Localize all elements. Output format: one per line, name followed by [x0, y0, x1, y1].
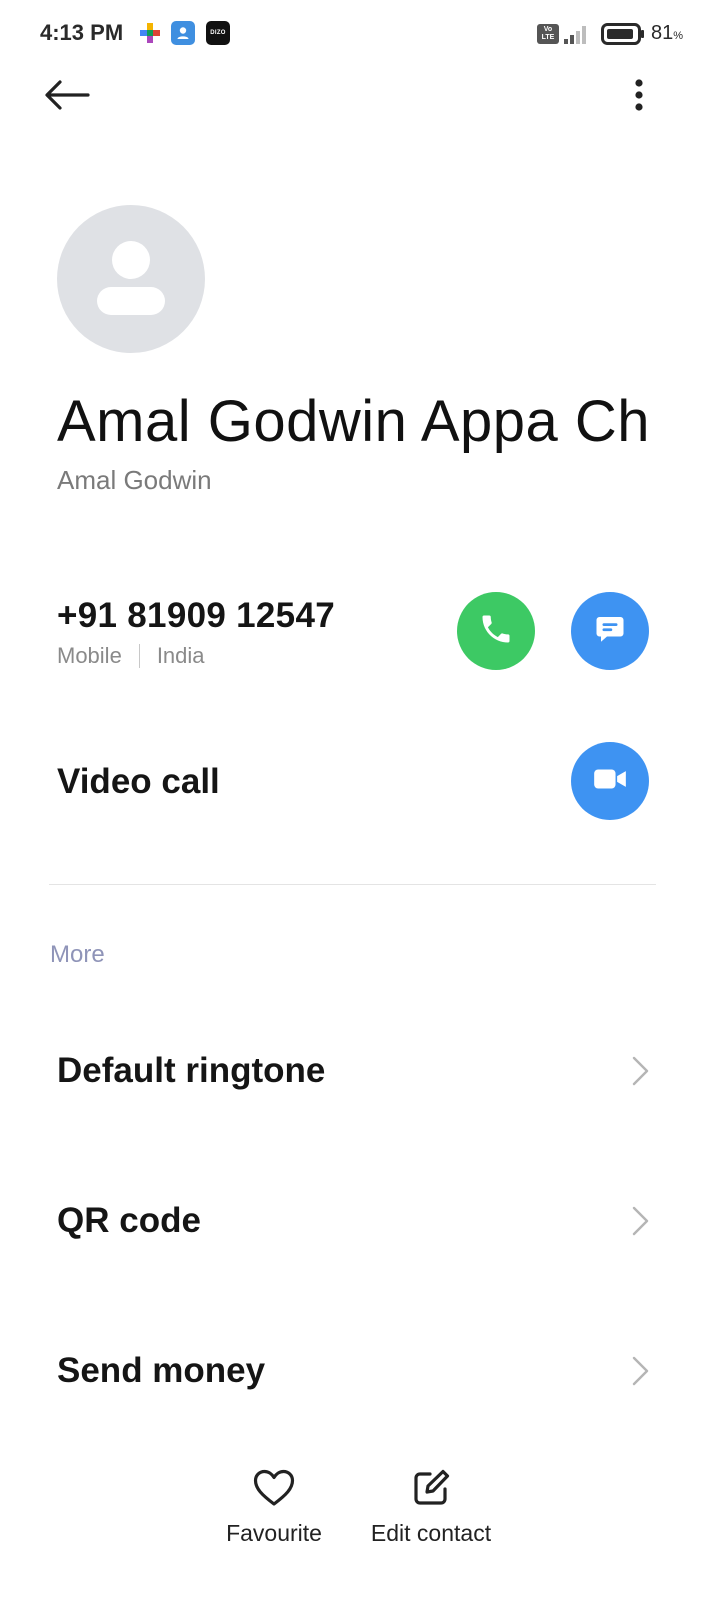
phone-number[interactable]: +91 81909 12547	[57, 596, 335, 636]
dizo-app-icon: DIZO	[206, 21, 230, 45]
call-button[interactable]	[457, 592, 535, 670]
edit-contact-button[interactable]: Edit contact	[361, 1466, 501, 1547]
favourite-label: Favourite	[226, 1520, 322, 1546]
list-item-label: Send money	[57, 1351, 266, 1390]
contact-name: Amal Godwin Appa Ch	[57, 389, 651, 454]
video-call-button[interactable]	[571, 742, 649, 820]
video-call-label[interactable]: Video call	[57, 762, 220, 802]
edit-icon	[409, 1466, 453, 1510]
status-bar: 4:13 PM DIZO Vo LTE 81%	[0, 0, 720, 68]
person-icon	[97, 241, 165, 315]
message-button[interactable]	[571, 592, 649, 670]
signal-icon	[563, 23, 591, 45]
chevron-right-icon	[628, 1055, 652, 1087]
puzzle-app-icon	[138, 21, 162, 45]
section-divider	[49, 884, 656, 885]
chevron-right-icon	[628, 1205, 652, 1237]
video-camera-icon	[591, 760, 629, 803]
volte-icon: Vo LTE	[537, 24, 559, 44]
more-options-button[interactable]	[618, 74, 660, 120]
list-item-default-ringtone[interactable]: Default ringtone	[0, 1016, 720, 1126]
phone-type: Mobile	[57, 643, 122, 668]
meta-divider	[138, 644, 140, 668]
contact-subname: Amal Godwin	[57, 465, 212, 495]
phone-icon	[478, 611, 514, 652]
back-button[interactable]	[40, 74, 94, 120]
more-vert-icon	[634, 78, 644, 117]
battery-level: 81%	[651, 22, 684, 44]
edit-contact-label: Edit contact	[370, 1520, 492, 1546]
list-item-send-money[interactable]: Send money	[0, 1316, 720, 1426]
avatar[interactable]	[57, 205, 205, 353]
heart-icon	[252, 1466, 296, 1510]
phone-location: India	[156, 643, 205, 668]
back-arrow-icon	[44, 79, 90, 116]
chevron-right-icon	[628, 1355, 652, 1387]
list-item-label: Default ringtone	[57, 1051, 326, 1090]
phone-meta: Mobile India	[57, 643, 205, 669]
more-section-label: More	[50, 941, 105, 968]
status-time: 4:13 PM	[40, 20, 124, 45]
contacts-app-icon	[171, 21, 195, 45]
favourite-button[interactable]: Favourite	[214, 1466, 334, 1547]
battery-icon	[601, 23, 645, 45]
list-item-qr-code[interactable]: QR code	[0, 1166, 720, 1276]
list-item-label: QR code	[57, 1201, 201, 1240]
message-icon	[592, 611, 628, 652]
